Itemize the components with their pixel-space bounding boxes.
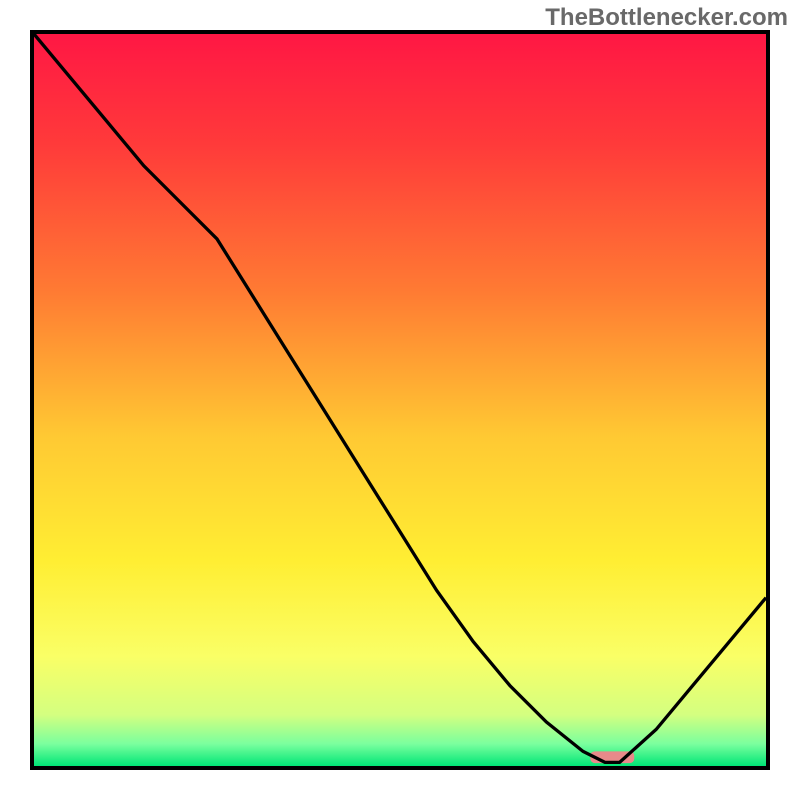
- chart-container: TheBottlenecker.com: [0, 0, 800, 800]
- bottleneck-curve: [34, 34, 766, 762]
- watermark-text: TheBottlenecker.com: [545, 4, 788, 32]
- curve-layer: [34, 34, 766, 766]
- plot-area: [30, 30, 770, 770]
